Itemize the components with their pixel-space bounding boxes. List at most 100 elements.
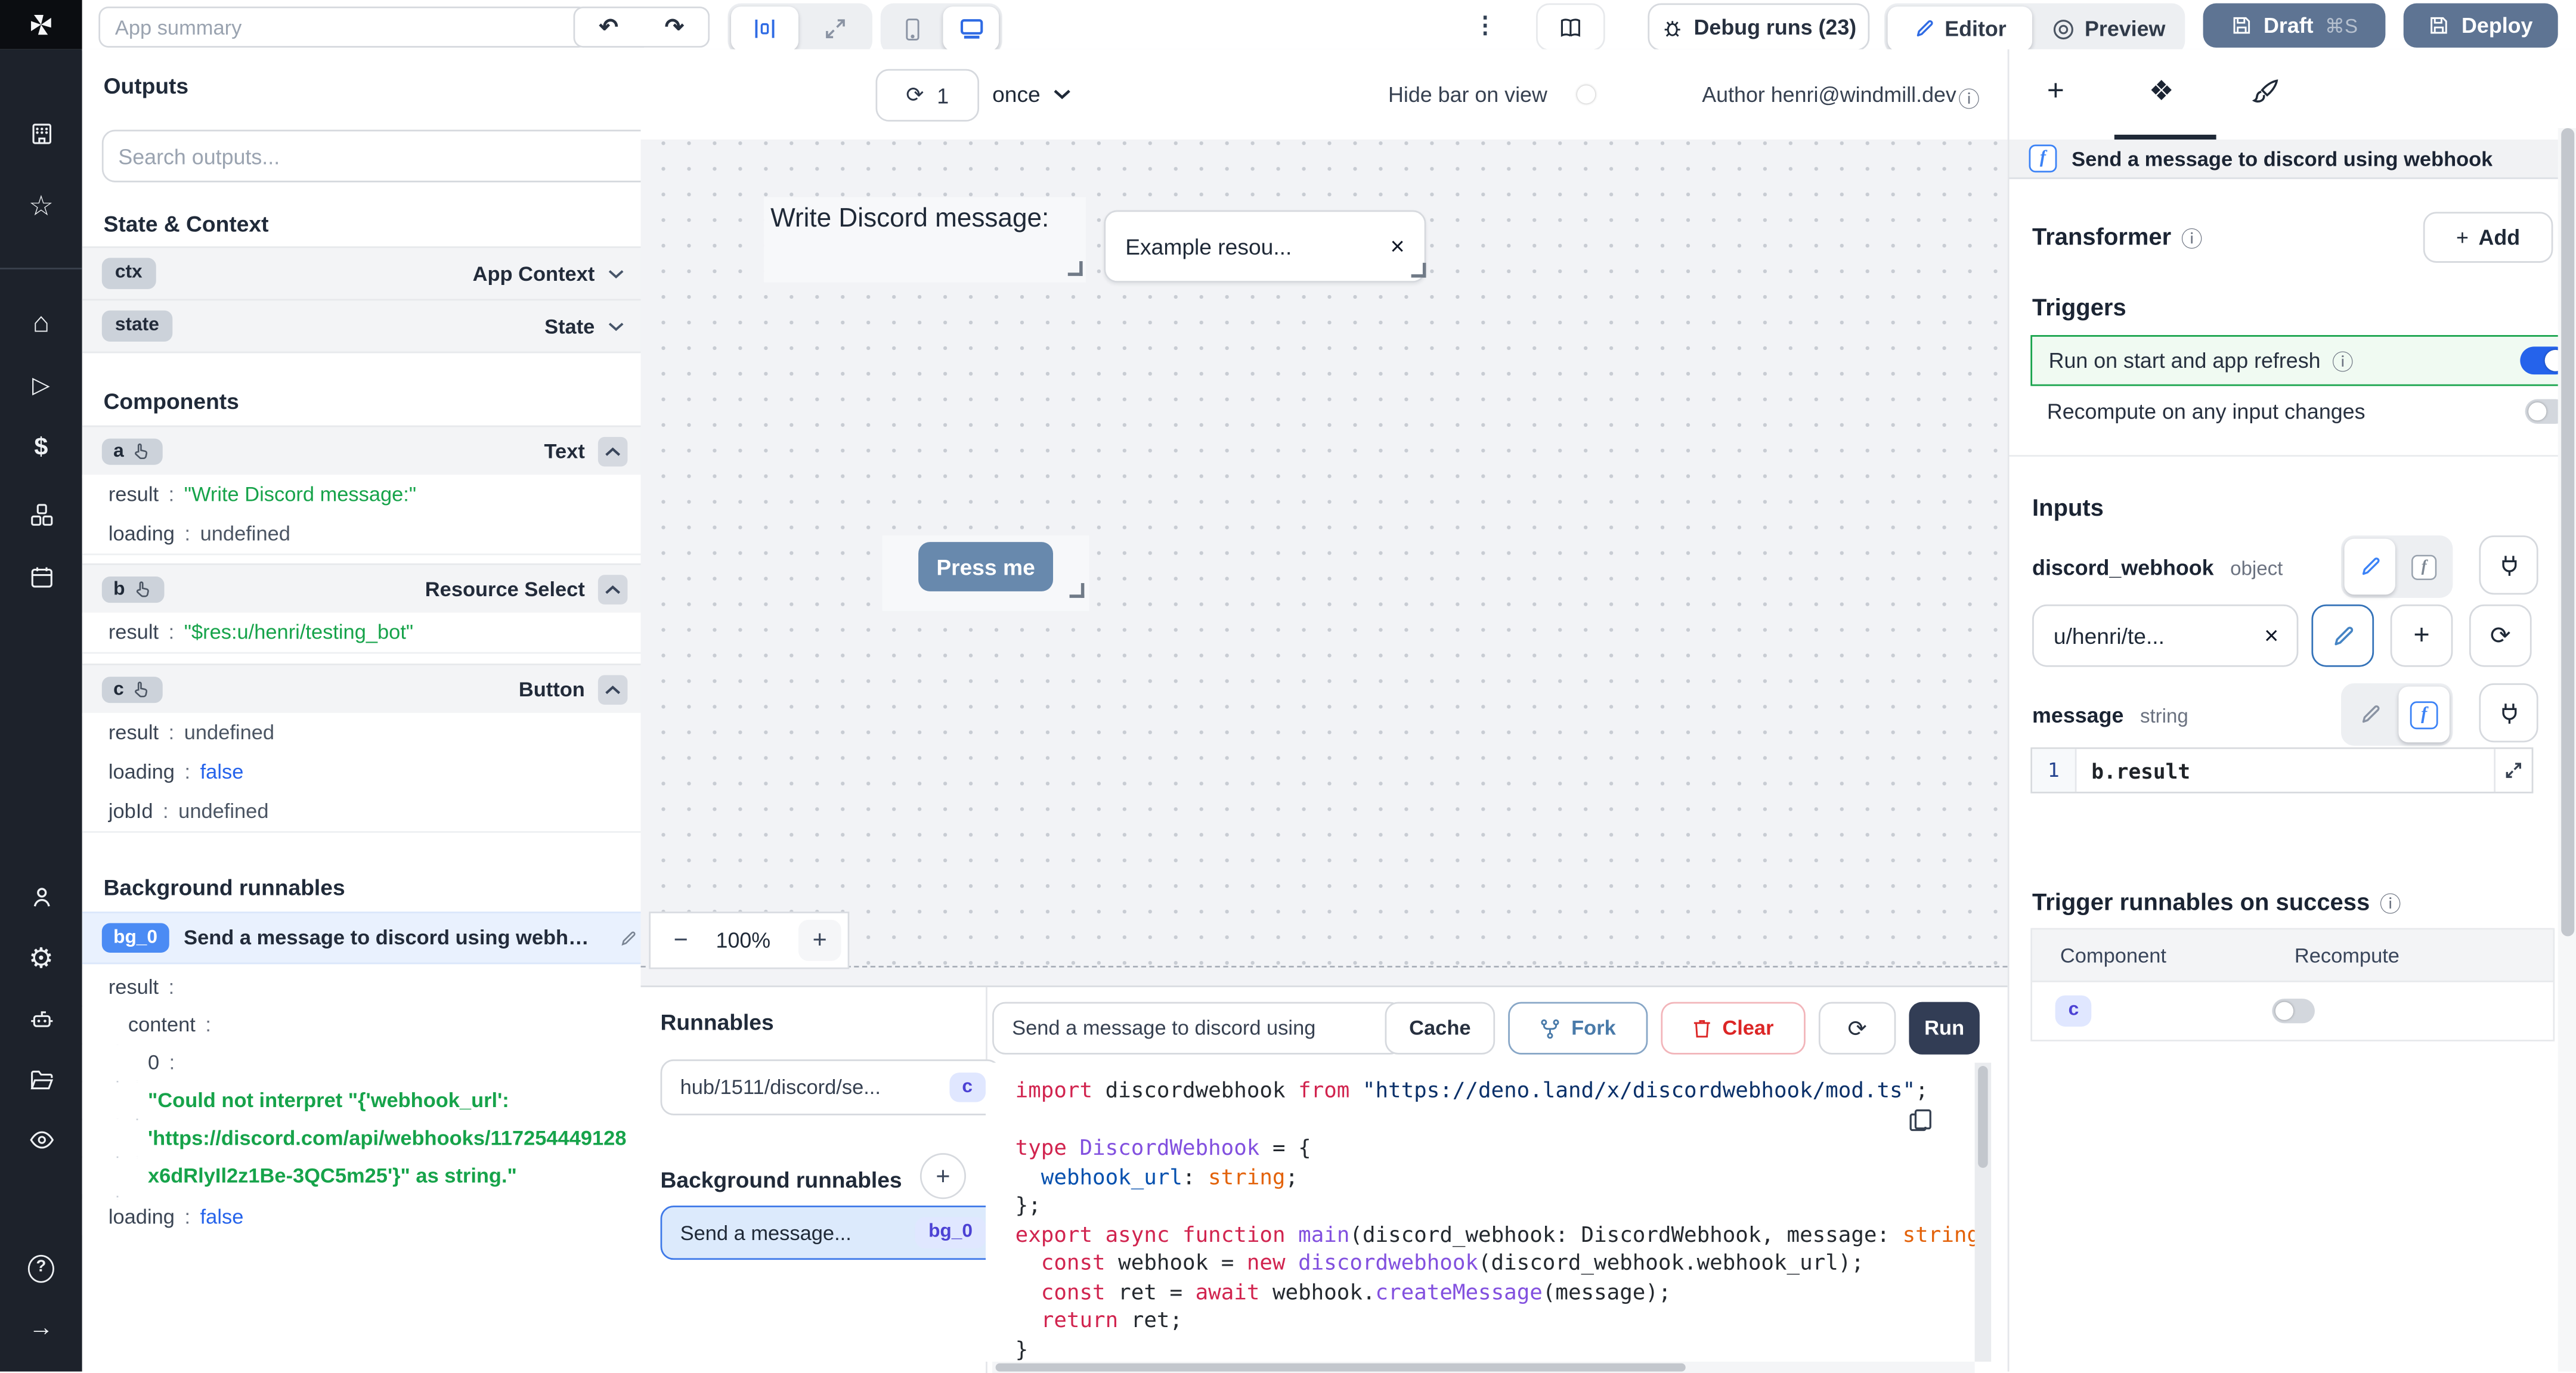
runs-play-icon[interactable]: ▷ (28, 371, 54, 398)
audit-eye-icon[interactable] (28, 1127, 54, 1153)
expand-sidebar-arrow-icon[interactable]: → (28, 1314, 54, 1340)
mobile-view-button[interactable] (884, 7, 940, 51)
folders-icon[interactable] (28, 1066, 54, 1092)
windmill-logo[interactable] (0, 0, 82, 49)
output-row: jobId: undefined (82, 791, 641, 833)
eval-fx-segment[interactable]: f (2398, 539, 2449, 595)
undo-button[interactable]: ↶ (573, 7, 644, 48)
static-pencil-segment[interactable] (2344, 538, 2395, 595)
text-component[interactable]: Write Discord message: (764, 197, 1086, 283)
scrollbar-thumb[interactable] (995, 1363, 1686, 1372)
dw-connect-plug-button[interactable] (2479, 535, 2538, 595)
resource-select-component[interactable]: Example resou... × (1104, 210, 1426, 283)
draft-save-button[interactable]: Draft ⌘S (2203, 3, 2386, 48)
search-outputs-input[interactable] (101, 129, 641, 182)
workers-robot-icon[interactable] (28, 1005, 54, 1031)
press-me-button[interactable]: Press me (918, 542, 1054, 591)
col-component: Component (2060, 943, 2166, 967)
favorites-star-icon[interactable]: ☆ (28, 191, 54, 219)
zoom-out-button[interactable]: − (674, 926, 688, 954)
chevron-down-icon[interactable] (608, 268, 624, 278)
code-vscrollbar[interactable] (1974, 1062, 1992, 1362)
centered-layout-button[interactable] (731, 7, 798, 51)
expand-editor-icon[interactable] (2494, 749, 2531, 792)
script-path-value: Send a message to discord using (1012, 1016, 1316, 1040)
variables-dollar-icon[interactable]: $ (28, 433, 54, 460)
clear-resource-icon[interactable]: × (2264, 622, 2278, 650)
home-icon[interactable]: ⌂ (28, 308, 54, 336)
add-bg-runnable-button[interactable]: + (919, 1153, 967, 1200)
tab-styling-brush-icon[interactable] (2252, 77, 2280, 105)
help-question-icon[interactable]: ? (27, 1254, 54, 1282)
bg0-header-row[interactable]: bg_0 Send a message to discord using web… (82, 912, 641, 965)
resize-handle[interactable] (1411, 262, 1426, 278)
component-c-header[interactable]: c Button (82, 664, 641, 717)
scrollbar-thumb[interactable] (1978, 1066, 1988, 1168)
kebab-menu-icon[interactable]: ⋮ (1473, 11, 1497, 39)
resize-handle[interactable] (1067, 261, 1083, 276)
refresh-count-button[interactable]: ⟳ 1 (875, 69, 980, 122)
app-summary-input[interactable] (98, 7, 589, 48)
tab-editor[interactable]: Editor (1887, 7, 2033, 51)
info-icon[interactable]: ⓘ (2332, 345, 2354, 376)
resources-cubes-icon[interactable] (28, 501, 54, 527)
schedules-calendar-icon[interactable] (28, 563, 54, 590)
dw-add-resource-button[interactable]: + (2390, 604, 2453, 667)
msg-connect-plug-button[interactable] (2479, 683, 2538, 743)
dw-refresh-resource-button[interactable]: ⟳ (2469, 604, 2532, 667)
desktop-view-button[interactable] (943, 7, 999, 51)
script-path-box[interactable]: Send a message to discord using (992, 1002, 1403, 1055)
msg-expr-editor[interactable]: 1 b.result (2030, 747, 2534, 794)
runnable-card[interactable]: hub/1511/discord/se... c (660, 1059, 1001, 1115)
settings-gear-icon[interactable]: ⚙ (28, 944, 54, 972)
active-tab-underline (2114, 134, 2216, 140)
static-pencil-segment[interactable] (2345, 687, 2395, 743)
info-icon[interactable]: ⓘ (2181, 222, 2203, 253)
run-button[interactable]: Run (1909, 1002, 1980, 1055)
output-row: loading: undefined (82, 514, 641, 556)
component-a-header[interactable]: a Text (82, 425, 641, 478)
zoom-in-button[interactable]: + (798, 919, 841, 961)
collapse-chevron-up-icon[interactable] (597, 436, 628, 467)
fork-button[interactable]: Fork (1508, 1002, 1648, 1055)
dw-resource-picker[interactable]: u/henri/te... × (2032, 604, 2299, 667)
deploy-button[interactable]: Deploy (2403, 3, 2558, 48)
tab-components-settings[interactable]: ❖ (2149, 76, 2174, 109)
workspace-building-icon[interactable] (28, 120, 54, 146)
clear-selection-icon[interactable]: × (1390, 233, 1404, 261)
bg-runnable-card-selected[interactable]: Send a message... bg_0 (660, 1205, 1001, 1260)
reload-button[interactable]: ⟳ (1818, 1002, 1896, 1055)
app-canvas[interactable]: Write Discord message: Example resou... … (640, 140, 2008, 986)
docs-book-button[interactable] (1536, 3, 1605, 51)
code-hscrollbar[interactable] (992, 1361, 1975, 1373)
edit-pencil-icon[interactable] (620, 929, 637, 947)
recompute-row-toggle[interactable] (2272, 999, 2316, 1024)
resize-handle[interactable] (1069, 583, 1085, 598)
user-icon[interactable] (28, 884, 54, 910)
collapse-chevron-up-icon[interactable] (597, 575, 628, 605)
ctx-row[interactable]: ctx App Context (82, 246, 641, 301)
scrollbar-thumb[interactable] (2561, 128, 2575, 937)
clear-button[interactable]: Clear (1661, 1002, 1806, 1055)
fullwidth-layout-button[interactable] (801, 7, 869, 51)
copy-code-icon[interactable] (1909, 1109, 1932, 1132)
state-row[interactable]: state State (82, 299, 641, 354)
debug-runs-button[interactable]: Debug runs (23) (1648, 3, 1870, 51)
collapse-chevron-up-icon[interactable] (597, 675, 628, 705)
redo-button[interactable]: ↷ (640, 7, 710, 48)
info-icon[interactable]: ⓘ (2380, 887, 2401, 918)
tab-add-component[interactable]: + (2047, 74, 2064, 109)
function-icon: f (2029, 144, 2057, 173)
cache-button[interactable]: Cache (1385, 1002, 1496, 1055)
add-transformer-button[interactable]: + Add (2423, 212, 2553, 263)
eval-fx-segment[interactable]: f (2398, 686, 2450, 743)
info-icon[interactable]: ⓘ (1958, 82, 1980, 113)
tab-preview[interactable]: Preview (2036, 7, 2182, 51)
component-b-header[interactable]: b Resource Select (82, 563, 641, 616)
code-editor[interactable]: import discordwebhook from "https://deno… (986, 1062, 1992, 1362)
chevron-down-icon[interactable] (608, 321, 624, 331)
field-name: discord_webhook (2032, 555, 2214, 580)
dw-edit-resource-button[interactable] (2311, 604, 2374, 667)
refresh-mode-dropdown[interactable]: once (992, 69, 1072, 119)
panel-scrollbar[interactable] (2558, 128, 2576, 1372)
